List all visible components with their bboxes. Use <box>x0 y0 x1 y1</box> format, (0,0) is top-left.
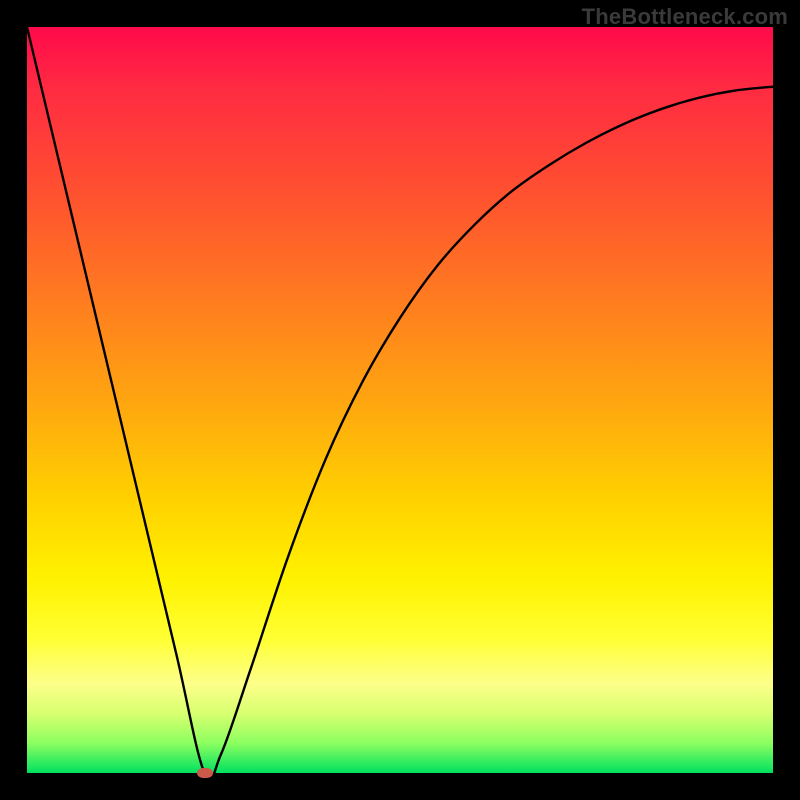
plot-area <box>27 27 773 773</box>
bottleneck-curve <box>27 27 773 773</box>
optimum-marker <box>197 768 213 778</box>
chart-frame: TheBottleneck.com <box>0 0 800 800</box>
